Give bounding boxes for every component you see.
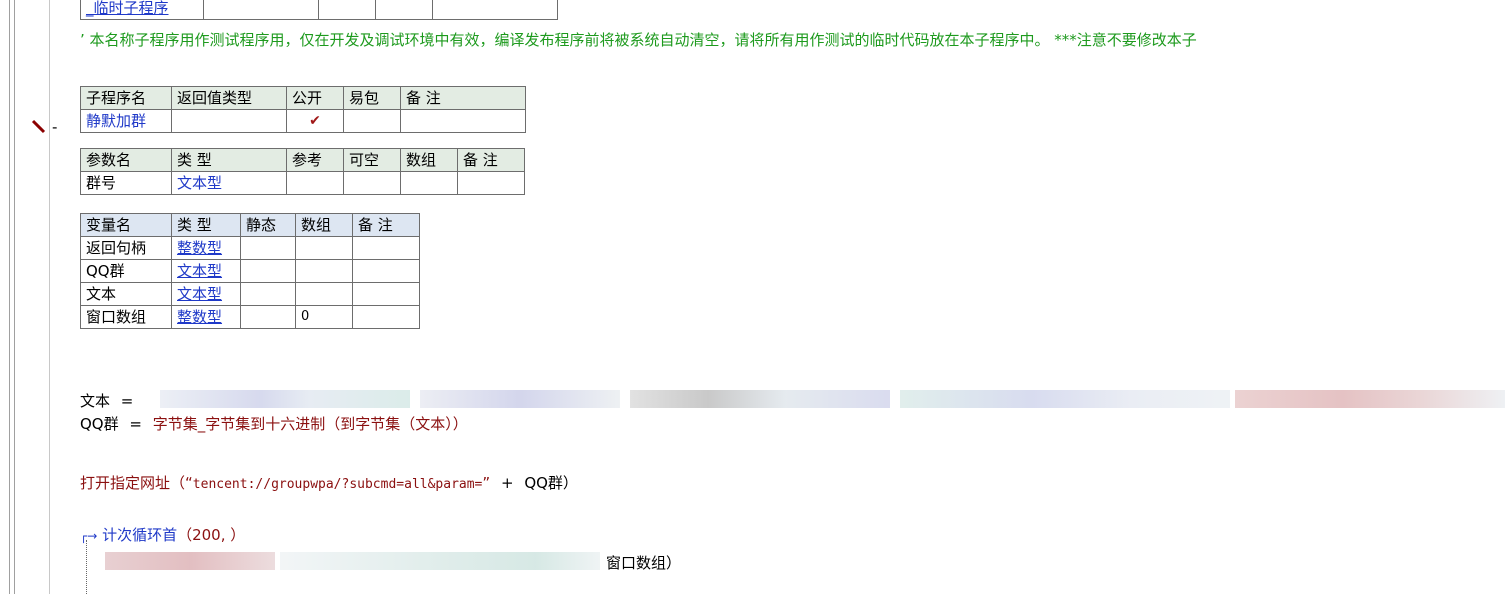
cell[interactable] [352,259,420,283]
code-quote: ” [482,474,491,492]
code-var: 文本 [80,392,111,410]
header-cell: 静态 [240,213,296,237]
gutter-line [14,0,15,594]
header-cell: 参考 [286,148,344,172]
cell[interactable] [400,109,526,133]
var-type-cell[interactable]: 整数型 [171,305,241,329]
var-array-cell[interactable]: 0 [295,305,353,329]
redacted-block [900,390,1230,408]
loop-guide-line [86,540,87,594]
header-cell: 公开 [286,86,344,110]
header-cell: 可空 [343,148,401,172]
var-name-cell[interactable]: 文本 [80,282,172,306]
var-table: 变量名 类 型 静态 数组 备 注 返回句柄 整数型 QQ群 文本型 文本 文本… [80,213,420,329]
code-operator: = [120,392,134,410]
sub-table: 子程序名 返回值类型 公开 易包 备 注 静默加群 ✔ [80,86,526,133]
param-table: 参数名 类 型 参考 可空 数组 备 注 群号 文本型 [80,148,525,195]
collapse-dash[interactable]: - [52,118,57,136]
code-args: （到字节集（文本）） [325,415,468,433]
redacted-block [105,552,275,570]
header-cell: 数组 [295,213,353,237]
cell[interactable] [240,305,296,329]
code-line-2[interactable]: QQ群 = 字节集_字节集到十六进制（到字节集（文本）） [80,413,468,434]
redacted-block [280,552,600,570]
param-type-cell[interactable]: 文本型 [171,171,287,195]
code-paren: （“ [170,474,193,492]
gutter-line [49,0,50,594]
param-name-cell[interactable]: 群号 [80,171,172,195]
redacted-block [630,390,890,408]
cell[interactable] [240,236,296,260]
cell [318,0,376,20]
header-cell: 类 型 [171,213,241,237]
header-cell: 数组 [400,148,458,172]
code-line-3[interactable]: 打开指定网址（“tencent://groupwpa/?subcmd=all&p… [80,472,578,493]
cell[interactable] [457,171,525,195]
cell[interactable] [286,171,344,195]
header-cell: 备 注 [457,148,525,172]
code-args: （200, ） [177,526,246,544]
sub-comment: ’ 本名称子程序用作测试程序用，仅在开发及调试环境中有效，编译发布程序前将被系统… [80,31,1197,49]
cell[interactable] [400,171,458,195]
header-cell: 易包 [343,86,401,110]
redacted-block [420,390,620,408]
var-array-cell[interactable] [295,259,353,283]
code-loop-body[interactable]: 窗口数组） [606,552,681,573]
code-func: 字节集_字节集到十六进制 [152,415,326,433]
pencil-marker-icon[interactable] [30,118,50,136]
var-type-cell[interactable]: 文本型 [171,259,241,283]
code-func: 打开指定网址 [80,474,171,492]
code-operator: + [500,474,514,492]
var-name-cell[interactable]: 返回句柄 [80,236,172,260]
var-name-cell[interactable]: QQ群 [80,259,172,283]
cell[interactable] [352,236,420,260]
cell [432,0,558,20]
redacted-block [160,390,410,408]
code-var: QQ群） [524,474,578,492]
header-cell: 子程序名 [80,86,172,110]
code-line-loop[interactable]: ┌→ 计次循环首（200, ） [80,524,245,545]
header-cell: 变量名 [80,213,172,237]
cell [203,0,319,20]
code-var: QQ群 [80,415,119,433]
code-line-1[interactable]: 文本 = [80,390,133,411]
var-array-cell[interactable] [295,282,353,306]
cell[interactable] [352,305,420,329]
header-cell: 参数名 [80,148,172,172]
editor-gutter [0,0,50,594]
public-check-icon[interactable]: ✔ [286,109,344,133]
header-cell: 返回值类型 [171,86,287,110]
loop-arrow-icon: ┌→ [80,529,98,543]
var-type-cell[interactable]: 文本型 [171,282,241,306]
return-type-cell[interactable] [171,109,287,133]
cell [375,0,433,20]
header-cell: 备 注 [400,86,526,110]
temp-sub-table: _临时子程序 [80,0,558,20]
sub-name-cell[interactable]: 静默加群 [80,109,172,133]
header-cell: 备 注 [352,213,420,237]
var-type-cell[interactable]: 整数型 [171,236,241,260]
cell[interactable] [240,259,296,283]
var-array-cell[interactable] [295,236,353,260]
temp-sub-name[interactable]: _临时子程序 [80,0,204,20]
cell[interactable] [352,282,420,306]
code-operator: = [129,415,142,433]
cell[interactable] [343,171,401,195]
cell[interactable] [240,282,296,306]
cell[interactable] [343,109,401,133]
var-name-cell[interactable]: 窗口数组 [80,305,172,329]
header-cell: 类 型 [171,148,287,172]
code-string: tencent://groupwpa/?subcmd=all&param= [192,477,483,492]
code-func: 计次循环首 [102,526,178,544]
redacted-block [1235,390,1505,408]
gutter-line [9,0,10,594]
